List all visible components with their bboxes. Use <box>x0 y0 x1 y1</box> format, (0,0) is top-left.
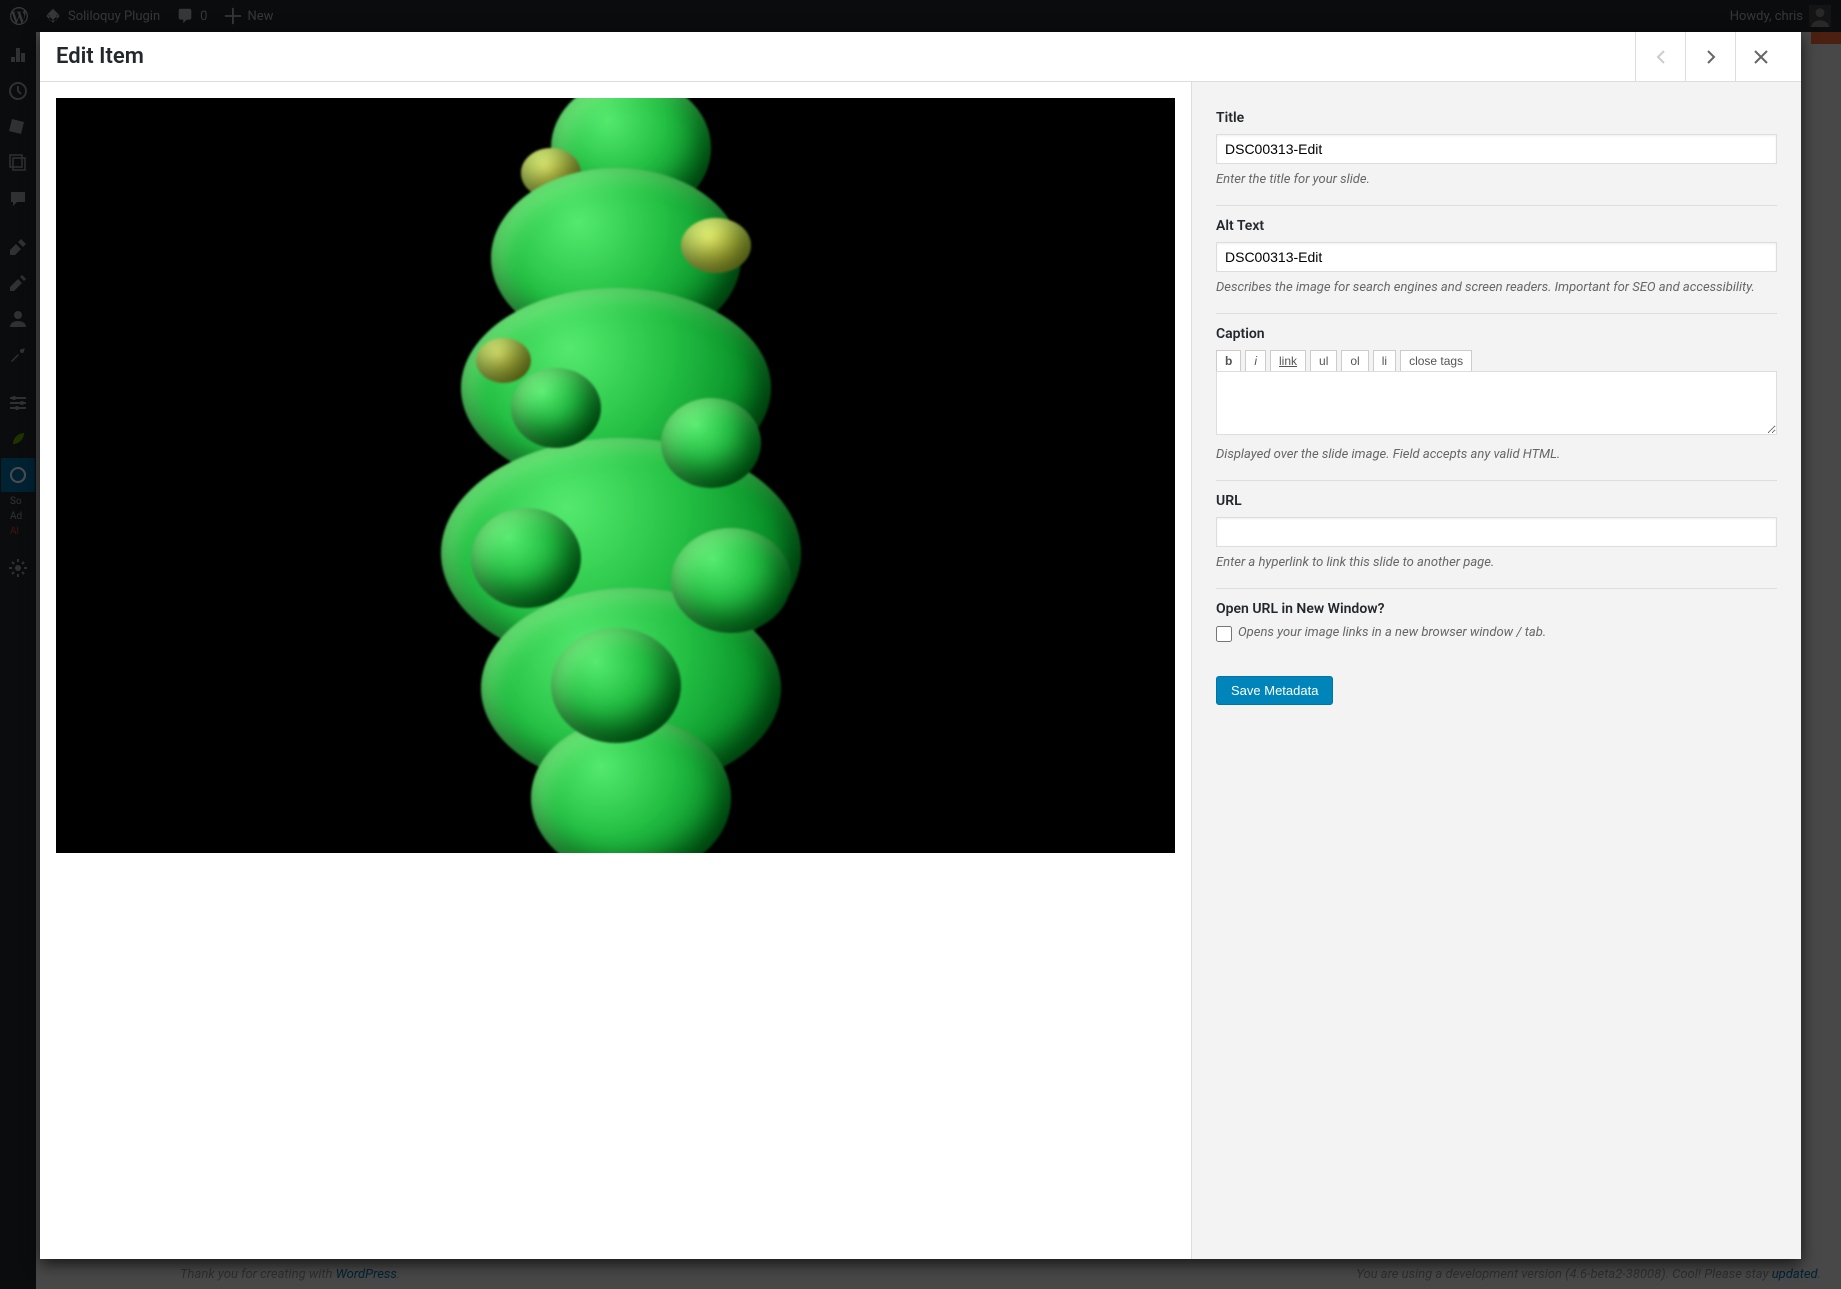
caption-textarea[interactable] <box>1216 371 1777 435</box>
modal-header: Edit Item <box>40 32 1801 82</box>
metadata-pane: Title Enter the title for your slide. Al… <box>1191 82 1801 1259</box>
modal-title: Edit Item <box>56 44 1635 69</box>
title-field-block: Title Enter the title for your slide. <box>1216 98 1777 206</box>
qt-li-button[interactable]: li <box>1373 350 1396 372</box>
close-modal-button[interactable] <box>1735 32 1785 82</box>
new-window-field-block: Open URL in New Window? Opens your image… <box>1216 589 1777 660</box>
url-field-block: URL Enter a hyperlink to link this slide… <box>1216 481 1777 589</box>
caption-label: Caption <box>1216 326 1777 342</box>
new-window-checkbox-label: Opens your image links in a new browser … <box>1238 625 1546 640</box>
qt-link-button[interactable]: link <box>1270 350 1306 372</box>
caption-field-block: Caption b i link ul ol li close tags Dis… <box>1216 314 1777 481</box>
title-help: Enter the title for your slide. <box>1216 172 1777 187</box>
qt-italic-button[interactable]: i <box>1245 350 1266 372</box>
save-metadata-button[interactable]: Save Metadata <box>1216 676 1333 705</box>
url-help: Enter a hyperlink to link this slide to … <box>1216 555 1777 570</box>
title-label: Title <box>1216 110 1777 126</box>
new-window-label: Open URL in New Window? <box>1216 601 1777 617</box>
alt-field-block: Alt Text Describes the image for search … <box>1216 206 1777 314</box>
prev-item-button[interactable] <box>1635 32 1685 82</box>
qt-close-tags-button[interactable]: close tags <box>1400 350 1472 372</box>
qt-ol-button[interactable]: ol <box>1341 350 1368 372</box>
qt-bold-button[interactable]: b <box>1216 350 1241 372</box>
alt-input[interactable] <box>1216 242 1777 272</box>
image-preview-pane <box>40 82 1191 1259</box>
caption-help: Displayed over the slide image. Field ac… <box>1216 447 1777 462</box>
alt-help: Describes the image for search engines a… <box>1216 280 1777 295</box>
alt-label: Alt Text <box>1216 218 1777 234</box>
slide-preview-image <box>56 98 1175 853</box>
title-input[interactable] <box>1216 134 1777 164</box>
new-window-checkbox[interactable] <box>1216 626 1232 642</box>
url-input[interactable] <box>1216 517 1777 547</box>
next-item-button[interactable] <box>1685 32 1735 82</box>
edit-item-modal: Edit Item <box>40 32 1801 1259</box>
url-label: URL <box>1216 493 1777 509</box>
qt-ul-button[interactable]: ul <box>1310 350 1337 372</box>
caption-quicktags: b i link ul ol li close tags <box>1216 350 1777 372</box>
